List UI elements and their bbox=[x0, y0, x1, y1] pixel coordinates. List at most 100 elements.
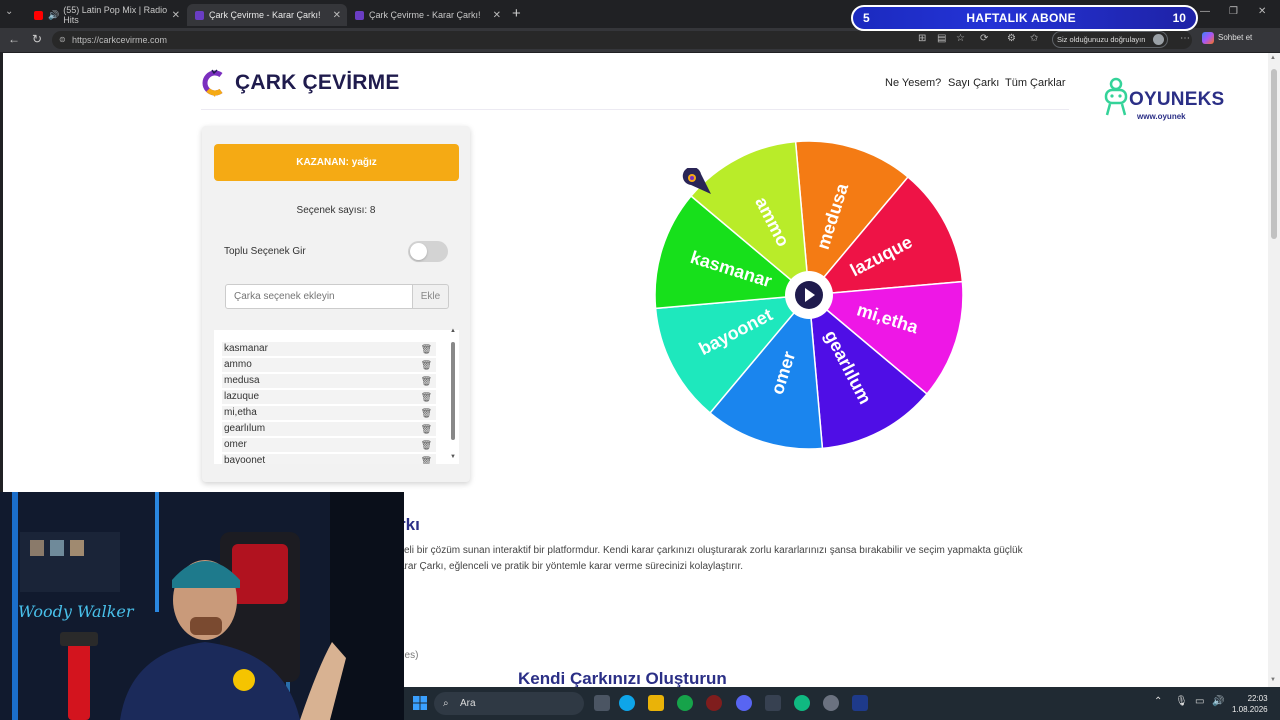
tab-cark-2[interactable]: Çark Çevirme - Karar Çarkı! ✕ bbox=[347, 4, 507, 26]
tray-chevron-icon[interactable]: ⌃ bbox=[1154, 696, 1162, 707]
close-tab-icon[interactable]: ✕ bbox=[333, 10, 341, 21]
scroll-down-icon[interactable]: ▼ bbox=[450, 454, 456, 460]
site-name: ÇARK ÇEVİRME bbox=[235, 71, 400, 94]
add-option-button[interactable]: Ekle bbox=[412, 284, 449, 309]
page-scroll-thumb[interactable] bbox=[1271, 69, 1277, 239]
winner-banner: KAZANAN: yağız bbox=[214, 144, 459, 181]
steam-icon[interactable] bbox=[852, 695, 868, 711]
close-window-icon[interactable]: ✕ bbox=[1258, 6, 1266, 17]
option-list-scrollbar[interactable]: ▲ ▼ bbox=[450, 328, 456, 460]
edge-icon[interactable] bbox=[619, 695, 635, 711]
clock-date: 1.08.2026 bbox=[1232, 705, 1268, 714]
windows-start-icon[interactable] bbox=[413, 696, 427, 710]
tab-title: Çark Çevirme - Karar Çarkı! bbox=[209, 10, 321, 20]
site-logo[interactable]: ÇARK ÇEVİRME bbox=[201, 69, 400, 97]
extension-puzzle-icon[interactable]: ⚙ bbox=[1007, 33, 1016, 44]
trash-icon[interactable]: 🗑 bbox=[421, 422, 432, 436]
copilot-icon bbox=[1202, 32, 1214, 44]
app-red-icon[interactable] bbox=[706, 695, 722, 711]
app-arrow-icon[interactable] bbox=[765, 695, 781, 711]
nav-tum-carklar[interactable]: Tüm Çarklar bbox=[1005, 77, 1066, 89]
list-item: gearlılum 🗑 bbox=[222, 422, 436, 436]
maximize-icon[interactable]: ❐ bbox=[1229, 6, 1238, 17]
speaker-icon[interactable]: 🔊 bbox=[48, 10, 59, 21]
cark-favicon-icon bbox=[355, 10, 364, 20]
tab-cark-active[interactable]: Çark Çevirme - Karar Çarkı! ✕ bbox=[187, 4, 347, 26]
tab-latin-pop[interactable]: 🔊 (55) Latin Pop Mix | Radio Hits ✕ bbox=[26, 4, 186, 26]
list-item: omer 🗑 bbox=[222, 438, 436, 452]
tab-list-chevron-icon[interactable]: ⌄ bbox=[5, 6, 13, 17]
item-label: lazuque bbox=[224, 391, 260, 402]
trash-icon[interactable]: 🗑 bbox=[421, 438, 432, 452]
option-input[interactable] bbox=[225, 284, 413, 309]
app-green-icon[interactable] bbox=[677, 695, 693, 711]
task-view-icon[interactable] bbox=[594, 695, 610, 711]
search-icon: ⌕ bbox=[443, 698, 449, 709]
bulk-entry-toggle[interactable] bbox=[408, 241, 448, 262]
oyuneks-mascot-icon bbox=[1104, 77, 1128, 116]
trash-icon[interactable]: 🗑 bbox=[421, 342, 432, 356]
obs-icon[interactable] bbox=[823, 695, 839, 711]
webcam-overlay: Woody Walker bbox=[0, 492, 404, 720]
app-circle-icon[interactable] bbox=[794, 695, 810, 711]
banner-label: HAFTALIK ABONE bbox=[966, 11, 1076, 25]
system-clock[interactable]: 22:03 1.08.2026 bbox=[1232, 693, 1268, 715]
extensions-icon[interactable]: ⟳ bbox=[980, 33, 988, 44]
page-scrollbar[interactable]: ▲ ▼ bbox=[1268, 53, 1280, 687]
about-line-2: arar Çarkı, eğlenceli ve pratik bir yönt… bbox=[399, 561, 744, 572]
url-field[interactable]: ⊜ https://carkcevirme.com bbox=[52, 31, 1192, 49]
more-menu-icon[interactable]: ⋯ bbox=[1180, 33, 1190, 44]
reload-icon[interactable]: ↻ bbox=[32, 32, 42, 46]
trash-icon[interactable]: 🗑 bbox=[421, 358, 432, 372]
trash-icon[interactable]: 🗑 bbox=[421, 374, 432, 388]
scroll-thumb[interactable] bbox=[451, 342, 455, 440]
trash-icon[interactable]: 🗑 bbox=[421, 406, 432, 420]
profile-avatar bbox=[1153, 34, 1165, 45]
cark-logo-icon bbox=[202, 69, 223, 97]
favorite-star-icon[interactable]: ☆ bbox=[956, 33, 965, 44]
apps-icon[interactable]: ⊞ bbox=[918, 33, 926, 44]
microphone-icon[interactable]: 🎙 bbox=[1175, 696, 1188, 707]
clock-time: 22:03 bbox=[1247, 694, 1268, 703]
list-item: mi,etha 🗑 bbox=[222, 406, 436, 420]
scroll-up-icon[interactable]: ▲ bbox=[450, 328, 456, 334]
option-count: Seçenek sayısı: 8 bbox=[296, 205, 376, 216]
close-tab-icon[interactable]: ✕ bbox=[172, 10, 180, 21]
item-label: omer bbox=[224, 439, 247, 450]
list-item: kasmanar 🗑 bbox=[222, 342, 436, 356]
back-icon[interactable]: ← bbox=[8, 32, 20, 46]
list-item: ammo 🗑 bbox=[222, 358, 436, 372]
item-label: kasmanar bbox=[224, 343, 268, 354]
reader-icon[interactable]: ▤ bbox=[937, 33, 946, 44]
scroll-up-icon[interactable]: ▲ bbox=[1270, 55, 1276, 61]
item-label: gearlılum bbox=[224, 423, 266, 434]
taskbar-search[interactable]: ⌕ Ara bbox=[434, 692, 584, 715]
about-paragraph: celi bir çözüm sunan interaktif bir plat… bbox=[399, 543, 1069, 575]
wheel-control-panel: KAZANAN: yağız Seçenek sayısı: 8 Toplu S… bbox=[202, 126, 470, 482]
list-item: medusa 🗑 bbox=[222, 374, 436, 388]
new-tab-icon[interactable]: + bbox=[512, 5, 521, 22]
trash-icon[interactable]: 🗑 bbox=[421, 454, 432, 464]
display-icon[interactable]: ▭ bbox=[1195, 696, 1204, 707]
cark-favicon-icon bbox=[195, 10, 204, 20]
verify-identity-button[interactable]: Siz olduğunuzu doğrulayın bbox=[1052, 31, 1169, 48]
file-explorer-icon[interactable] bbox=[648, 695, 664, 711]
site-info-icon[interactable]: ⊜ bbox=[59, 31, 66, 49]
discord-icon[interactable] bbox=[736, 695, 752, 711]
nav-sayi-carki[interactable]: Sayı Çarkı bbox=[948, 77, 999, 89]
bulk-entry-label: Toplu Seçenek Gir bbox=[224, 246, 306, 257]
nav-ne-yesem[interactable]: Ne Yesem? bbox=[885, 77, 941, 89]
volume-icon[interactable]: 🔊 bbox=[1212, 696, 1224, 707]
favorites-list-icon[interactable]: ✩ bbox=[1030, 33, 1038, 44]
trash-icon[interactable]: 🗑 bbox=[421, 390, 432, 404]
scroll-down-icon[interactable]: ▼ bbox=[1270, 677, 1276, 683]
item-label: medusa bbox=[224, 375, 260, 386]
close-tab-icon[interactable]: ✕ bbox=[493, 10, 501, 21]
option-list: kasmanar 🗑 ammo 🗑 medusa 🗑 lazuque 🗑 mi,etha… bbox=[214, 330, 459, 464]
copilot-chat-button[interactable]: Sohbet et bbox=[1202, 32, 1252, 44]
header-divider bbox=[201, 109, 1069, 110]
minimize-icon[interactable]: — bbox=[1200, 6, 1210, 17]
toggle-knob bbox=[410, 243, 427, 260]
about-line-1: celi bir çözüm sunan interaktif bir plat… bbox=[399, 545, 1023, 556]
search-label: Ara bbox=[460, 698, 476, 709]
